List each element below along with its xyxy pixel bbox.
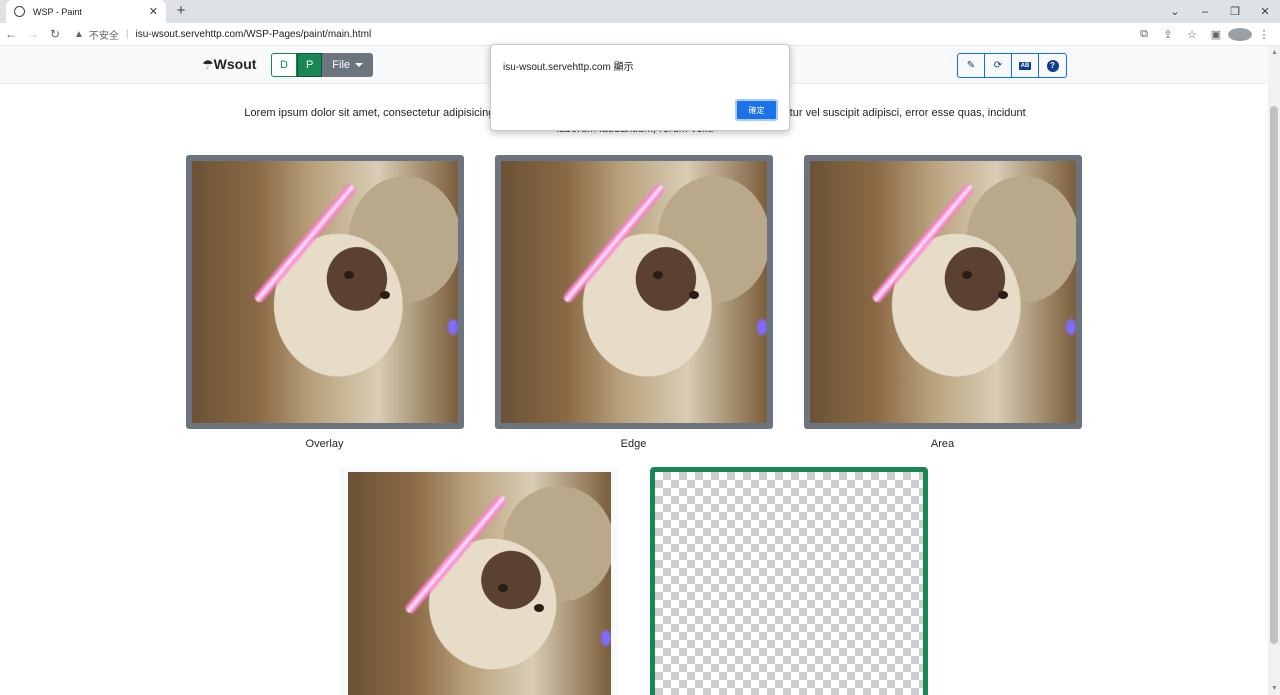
refresh-icon: ⟳ [993, 60, 1003, 71]
scroll-down-icon[interactable]: ▼ [1271, 685, 1278, 692]
overlay-image [192, 161, 458, 423]
umbrella-icon: ☂ [202, 57, 214, 72]
canvas-drawing-area[interactable] [650, 467, 928, 695]
share-icon[interactable]: ⇪ [1156, 28, 1180, 41]
pencil-icon: ✎ [966, 60, 976, 71]
overlay-frame [186, 155, 464, 429]
translate-icon[interactable]: ⧉ [1132, 28, 1156, 41]
ab-icon: AB [1018, 61, 1032, 70]
security-label: 不安全 [88, 31, 119, 42]
close-window-icon[interactable]: ✕ [1250, 5, 1280, 18]
divider: | [125, 29, 129, 40]
file-menu-button[interactable]: File [322, 53, 374, 77]
menu-kebab-icon[interactable]: ⋮ [1252, 28, 1276, 41]
area-image [810, 161, 1076, 423]
edge-image [501, 161, 767, 423]
scroll-up-icon[interactable]: ▲ [1271, 49, 1278, 56]
tab-search-icon[interactable]: ⌄ [1160, 5, 1190, 18]
tool-button-group: ✎ ⟳ AB ? [957, 53, 1067, 78]
globe-icon [14, 6, 25, 17]
browser-actions: ⧉ ⇪ ☆ ▣ ⋮ [1132, 23, 1276, 46]
brush-button[interactable]: ✎ [958, 54, 985, 77]
browser-toolbar: ← → ↻ ▲ 不安全 | isu-wsout.servehttp.com/WS… [0, 23, 1280, 46]
forward-icon[interactable]: → [22, 27, 44, 41]
warning-icon: ▲ [74, 29, 84, 40]
tab-close-icon[interactable]: ✕ [149, 5, 158, 18]
new-tab-button[interactable]: + [172, 2, 190, 20]
ab-button[interactable]: AB [1012, 54, 1039, 77]
window-controls: ⌄ – ❐ ✕ [1160, 0, 1280, 23]
area-frame [804, 155, 1082, 429]
address-bar[interactable]: ▲ 不安全 | isu-wsout.servehttp.com/WSP-Page… [74, 25, 1138, 44]
brand[interactable]: ☂Wsout [202, 56, 256, 73]
page-scrollbar[interactable]: ▲ ▼ [1268, 46, 1280, 695]
alert-message: isu-wsout.servehttp.com 顯示 [503, 62, 634, 73]
alert-dialog: isu-wsout.servehttp.com 顯示 確定 [490, 44, 790, 131]
file-menu-label: File [332, 59, 351, 71]
url-text: isu-wsout.servehttp.com/WSP-Pages/paint/… [135, 29, 372, 40]
edge-label: Edge [620, 438, 647, 450]
help-icon: ? [1046, 59, 1059, 72]
source-frame [340, 467, 618, 695]
bookmark-star-icon[interactable]: ☆ [1180, 28, 1204, 41]
mode-d-button[interactable]: D [271, 53, 297, 77]
area-label: Area [930, 438, 955, 450]
caret-down-icon [355, 63, 364, 67]
back-icon[interactable]: ← [0, 27, 22, 41]
mode-p-button[interactable]: P [296, 53, 323, 77]
side-panel-icon[interactable]: ▣ [1204, 28, 1228, 41]
overlay-label: Overlay [305, 438, 344, 450]
restore-icon[interactable]: ❐ [1220, 5, 1250, 18]
source-image [348, 472, 611, 695]
mode-button-group: D P File [271, 53, 374, 77]
browser-tab[interactable]: WSP - Paint ✕ [6, 0, 166, 23]
edge-frame [495, 155, 773, 429]
brand-name: Wsout [213, 56, 257, 72]
profile-icon[interactable] [1228, 28, 1252, 41]
refresh-button[interactable]: ⟳ [985, 54, 1012, 77]
page-viewport: ☂Wsout D P File ✎ ⟳ AB ? Lorem ipsum dol… [0, 46, 1268, 695]
alert-ok-button[interactable]: 確定 [735, 99, 778, 121]
scroll-thumb[interactable] [1270, 106, 1278, 644]
reload-icon[interactable]: ↻ [44, 27, 66, 41]
help-button[interactable]: ? [1039, 54, 1066, 77]
minimize-icon[interactable]: – [1190, 6, 1220, 18]
tab-title: WSP - Paint [33, 6, 82, 17]
browser-tabstrip: WSP - Paint ✕ + ⌄ – ❐ ✕ [0, 0, 1280, 23]
